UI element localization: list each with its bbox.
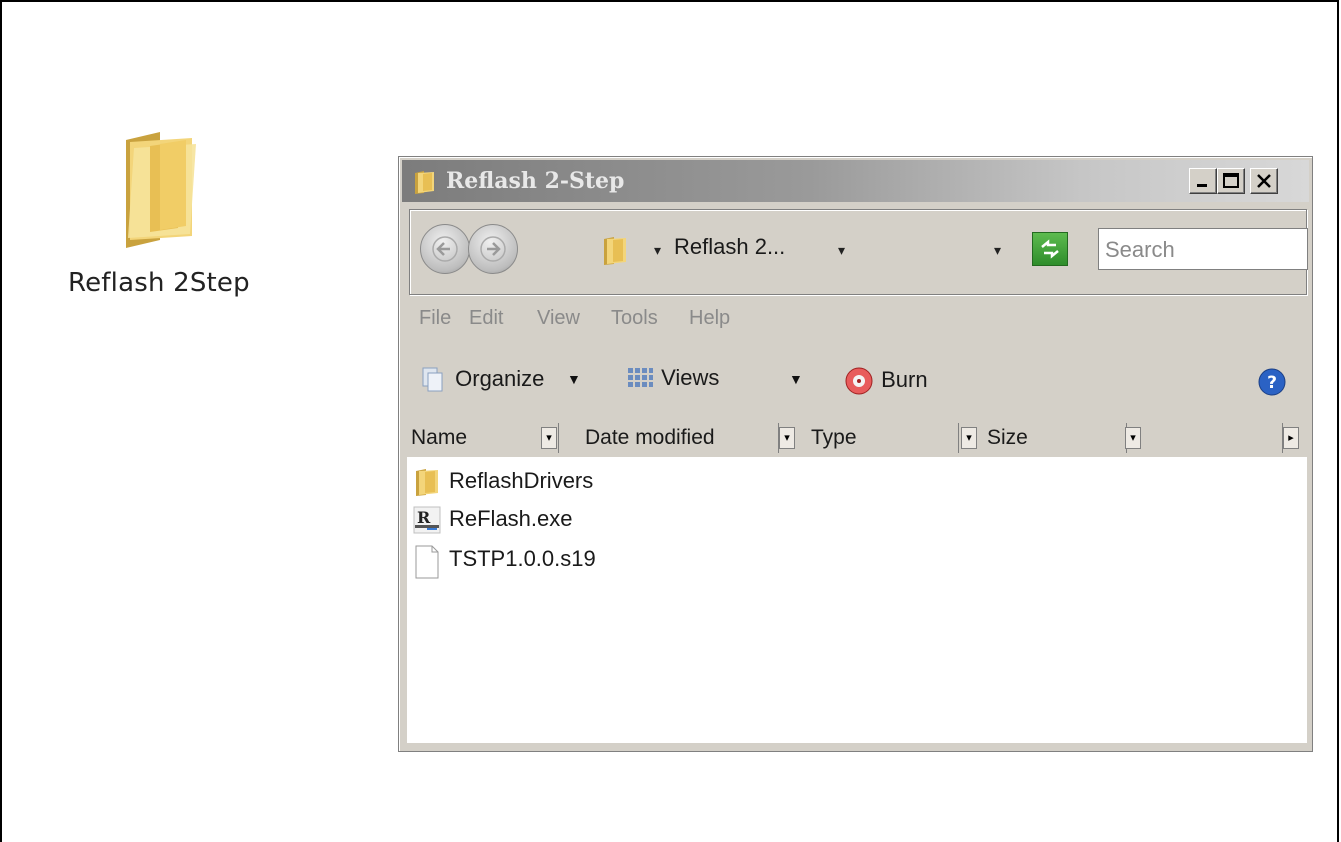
menu-file[interactable]: File — [419, 307, 451, 330]
views-dropdown-arrow[interactable]: ▼ — [789, 371, 803, 387]
column-name-label: Name — [411, 426, 468, 449]
menu-view[interactable]: View — [537, 307, 580, 330]
forward-button[interactable] — [468, 224, 518, 274]
explorer-window: Reflash 2-Step ▾ Reflash 2... ▾ ▾ Search… — [398, 156, 1313, 752]
column-type-label: Type — [811, 426, 857, 449]
views-grid-icon — [628, 368, 653, 388]
organize-icon — [422, 367, 443, 392]
column-header-type[interactable]: Type — [799, 423, 959, 453]
window-title: Reflash 2-Step — [446, 168, 625, 194]
maximize-button[interactable] — [1217, 168, 1245, 194]
column-size-label: Size — [987, 426, 1028, 449]
column-name-dropdown[interactable]: ▾ — [541, 427, 557, 449]
folder-icon — [604, 237, 626, 265]
back-button[interactable] — [420, 224, 470, 274]
column-header-row: Name ▾ Date modified ▾ Type ▾ Size ▾ ▸ — [407, 423, 1307, 455]
help-icon[interactable]: ? — [1257, 367, 1287, 397]
file-name: ReFlash.exe — [449, 506, 573, 531]
organize-label: Organize — [455, 365, 545, 391]
column-header-date-modified[interactable]: Date modified — [559, 423, 779, 453]
views-button[interactable]: Views — [625, 365, 719, 393]
exe-icon: R — [413, 506, 441, 534]
maximize-icon — [1223, 173, 1239, 188]
svg-text:?: ? — [1267, 373, 1277, 393]
close-button[interactable] — [1250, 168, 1278, 194]
burn-disc-icon — [845, 367, 873, 395]
refresh-icon — [1041, 239, 1059, 259]
organize-button[interactable]: Organize — [419, 365, 544, 395]
address-history-dropdown[interactable]: ▾ — [994, 242, 1001, 259]
breadcrumb-path[interactable]: Reflash 2... — [674, 234, 785, 260]
organize-dropdown-arrow[interactable]: ▼ — [567, 371, 581, 387]
refresh-button[interactable] — [1032, 232, 1068, 266]
column-header-size[interactable]: Size — [979, 423, 1127, 453]
views-label: Views — [661, 365, 720, 390]
search-placeholder: Search — [1105, 237, 1175, 262]
desktop-folder[interactable]: Reflash 2Step — [60, 128, 290, 308]
folder-icon — [126, 132, 196, 248]
column-date-label: Date modified — [585, 426, 715, 449]
svg-text:R: R — [417, 508, 431, 527]
folder-icon — [416, 469, 438, 496]
file-name: ReflashDrivers — [449, 468, 594, 493]
column-scroll-right[interactable]: ▸ — [1283, 427, 1299, 449]
menu-edit[interactable]: Edit — [469, 307, 503, 330]
column-header-empty — [1147, 423, 1283, 453]
column-date-dropdown[interactable]: ▾ — [779, 427, 795, 449]
column-size-dropdown[interactable]: ▾ — [1125, 427, 1141, 449]
arrow-right-icon — [480, 236, 506, 262]
file-icon — [415, 545, 439, 579]
menu-tools[interactable]: Tools — [611, 307, 658, 330]
minimize-button[interactable] — [1189, 168, 1217, 194]
desktop-folder-label: Reflash 2Step — [68, 268, 250, 298]
address-bar-row: ▾ Reflash 2... ▾ ▾ Search — [409, 209, 1308, 295]
menu-help[interactable]: Help — [689, 307, 730, 330]
minimize-icon — [1197, 184, 1207, 187]
column-header-name[interactable]: Name — [407, 423, 559, 453]
column-type-dropdown[interactable]: ▾ — [961, 427, 977, 449]
search-input[interactable]: Search — [1098, 228, 1308, 270]
folder-icon — [415, 171, 434, 194]
breadcrumb-chevron[interactable]: ▾ — [654, 242, 661, 259]
file-name: TSTP1.0.0.s19 — [449, 546, 596, 571]
file-list: ReflashDrivers R ReFlash.exe TSTP1.0.0.s… — [407, 457, 1307, 743]
title-bar[interactable]: Reflash 2-Step — [402, 160, 1309, 202]
close-icon — [1257, 174, 1271, 188]
toolbar: Organize ▼ Views ▼ Burn ? — [419, 365, 1299, 399]
arrow-left-icon — [432, 236, 458, 262]
burn-label: Burn — [881, 366, 928, 392]
breadcrumb-chevron[interactable]: ▾ — [838, 242, 845, 259]
burn-button[interactable]: Burn — [843, 365, 928, 397]
